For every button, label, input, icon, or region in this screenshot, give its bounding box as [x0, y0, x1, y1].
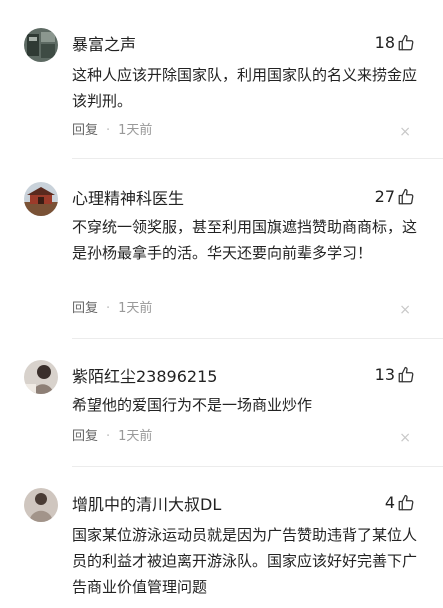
close-icon[interactable]: × — [399, 428, 411, 448]
comment-item: 心理精神科医生 27 不穿统一领奖服，甚至利用国旗遮挡赞助商商标，这是孙杨最拿手… — [0, 182, 443, 330]
avatar[interactable] — [24, 488, 58, 522]
reply-button[interactable]: 回复 — [72, 299, 98, 319]
reply-button[interactable]: 回复 — [72, 427, 98, 447]
avatar[interactable] — [24, 360, 58, 394]
like-count: 18 — [374, 33, 395, 52]
like-count: 27 — [374, 187, 395, 206]
like-count: 4 — [384, 493, 395, 512]
user-name[interactable]: 暴富之声 — [72, 34, 136, 56]
thumbs-up-icon — [398, 34, 414, 51]
user-name[interactable]: 紫陌红尘23896215 — [72, 366, 217, 388]
comment-meta: 回复 · 1天前 — [72, 299, 152, 319]
reply-button[interactable]: 回复 — [72, 121, 98, 141]
meta-separator: · — [106, 301, 111, 316]
comment-text: 希望他的爱国行为不是一场商业炒作 — [72, 396, 313, 414]
comment-time: 1天前 — [118, 429, 153, 444]
thumbs-up-icon — [398, 188, 414, 205]
divider — [72, 338, 443, 339]
avatar[interactable] — [24, 182, 58, 216]
like-count: 13 — [374, 365, 395, 384]
thumbs-up-icon — [398, 494, 414, 511]
comment-text: 国家某位游泳运动员就是因为广告赞助违背了某位人员的利益才被迫离开游泳队。国家应该… — [72, 526, 418, 596]
meta-separator: · — [106, 429, 111, 444]
like-button[interactable]: 18 — [375, 32, 415, 54]
comment-item: 紫陌红尘23896215 13 希望他的爱国行为不是一场商业炒作 回复 · 1天… — [0, 360, 443, 460]
comment-meta: 回复 · 1天前 — [72, 427, 152, 447]
like-button[interactable]: 13 — [375, 364, 415, 386]
meta-separator: · — [106, 123, 111, 138]
user-name[interactable]: 增肌中的清川大叔DL — [72, 494, 221, 516]
comment-text: 这种人应该开除国家队，利用国家队的名义来捞金应该判刑。 — [72, 66, 418, 110]
user-name[interactable]: 心理精神科医生 — [72, 188, 184, 210]
close-icon[interactable]: × — [399, 122, 411, 142]
thumbs-up-icon — [398, 366, 414, 383]
like-button[interactable]: 27 — [375, 186, 415, 208]
comment-item: 增肌中的清川大叔DL 4 国家某位游泳运动员就是因为广告赞助违背了某位人员的利益… — [0, 488, 443, 608]
divider — [72, 466, 443, 467]
comment-text: 不穿统一领奖服，甚至利用国旗遮挡赞助商商标，这是孙杨最拿手的活。华天还要向前辈多… — [72, 218, 418, 262]
close-icon[interactable]: × — [399, 300, 411, 320]
avatar[interactable] — [24, 28, 58, 62]
like-button[interactable]: 4 — [385, 492, 415, 514]
comment-meta: 回复 · 1天前 — [72, 121, 152, 141]
comment-feed: 暴富之声 18 这种人应该开除国家队，利用国家队的名义来捞金应该判刑。 回复 ·… — [0, 0, 443, 608]
divider — [72, 158, 443, 159]
comment-time: 1天前 — [118, 123, 153, 138]
comment-item: 暴富之声 18 这种人应该开除国家队，利用国家队的名义来捞金应该判刑。 回复 ·… — [0, 28, 443, 158]
comment-time: 1天前 — [118, 301, 153, 316]
